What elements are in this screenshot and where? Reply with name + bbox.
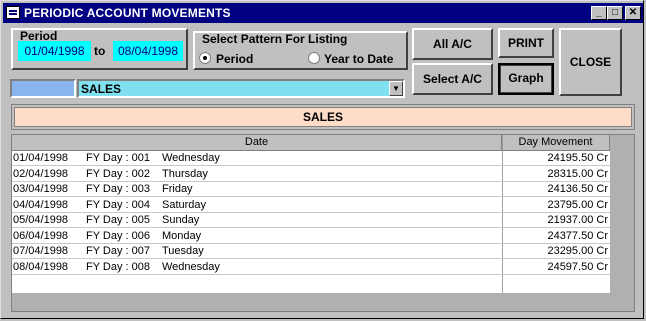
row-weekday-cell: Wednesday: [162, 152, 220, 164]
account-select[interactable]: SALES ▼: [77, 79, 405, 98]
graph-button[interactable]: Graph: [498, 63, 554, 95]
grid-body: Date Day Movement 01/04/1998 FY Day : 001…: [12, 135, 610, 293]
movements-grid[interactable]: Date Day Movement 01/04/1998 FY Day : 001…: [11, 134, 635, 312]
row-fy-day-cell: FY Day : 005: [86, 214, 150, 226]
table-row[interactable]: 03/04/1998 FY Day : 003 Friday 24136.50 Cr: [12, 182, 610, 197]
row-movement-cell: 23795.00 Cr: [547, 198, 608, 211]
period-radio-label[interactable]: Period: [216, 52, 253, 66]
close-button[interactable]: CLOSE: [559, 28, 622, 96]
row-date-cell: 07/04/1998: [13, 245, 69, 257]
dropdown-arrow-icon[interactable]: ▼: [389, 81, 403, 96]
row-weekday-cell: Monday: [162, 229, 202, 242]
to-date-field[interactable]: 08/04/1998: [113, 41, 183, 61]
row-weekday-cell: Tuesday: [162, 245, 204, 257]
row-date-cell: 06/04/1998: [13, 229, 69, 242]
row-date-cell: 05/04/1998: [13, 214, 69, 226]
table-row[interactable]: 04/04/1998 FY Day : 004 Saturday 23795.00 C…: [12, 198, 610, 213]
table-row[interactable]: 06/04/1998 FY Day : 006 Monday 24377.50 Cr: [12, 229, 610, 244]
table-row[interactable]: 02/04/1998 FY Day : 002 Thursday 28315.00 C…: [12, 167, 610, 182]
row-date-cell: 04/04/1998: [13, 198, 69, 211]
row-date-cell: 08/04/1998: [13, 260, 69, 273]
table-row[interactable]: 07/04/1998 FY Day : 007 Tuesday 23295.00 Cr: [12, 244, 610, 259]
row-weekday-cell: Friday: [162, 183, 193, 195]
row-fy-day-cell: FY Day : 003: [86, 183, 150, 195]
all-ac-button[interactable]: All A/C: [412, 28, 493, 60]
table-row[interactable]: 01/04/1998 FY Day : 001 Wednesday 24195.50 …: [12, 151, 610, 166]
table-row[interactable]: 08/04/1998 FY Day : 008 Wednesday 24597.50 …: [12, 260, 610, 275]
row-date-cell: 02/04/1998: [13, 167, 69, 180]
title-bar[interactable]: PERIODIC ACCOUNT MOVEMENTS _ □ ✕: [3, 3, 643, 23]
account-code-field[interactable]: [10, 79, 76, 98]
row-movement-cell: 24597.50 Cr: [547, 260, 608, 273]
print-button[interactable]: PRINT: [498, 28, 554, 58]
pattern-group: Select Pattern For Listing Period Year t…: [193, 31, 408, 70]
table-row[interactable]: 05/04/1998 FY Day : 005 Sunday 21937.00 Cr: [12, 213, 610, 228]
minimize-button[interactable]: _: [591, 6, 607, 20]
row-movement-cell: 24195.50 Cr: [547, 152, 608, 164]
row-fy-day-cell: FY Day : 004: [86, 198, 150, 211]
app-icon: [6, 6, 20, 19]
row-fy-day-cell: FY Day : 008: [86, 260, 150, 273]
period-radio[interactable]: [199, 52, 211, 64]
row-fy-day-cell: FY Day : 006: [86, 229, 150, 242]
app-window: PERIODIC ACCOUNT MOVEMENTS _ □ ✕ Period …: [0, 0, 644, 319]
select-ac-button[interactable]: Select A/C: [412, 63, 493, 95]
row-weekday-cell: Sunday: [162, 214, 200, 226]
year-to-date-radio[interactable]: [308, 52, 320, 64]
from-date-field[interactable]: 01/04/1998: [18, 41, 91, 61]
maximize-button[interactable]: □: [607, 6, 623, 20]
account-banner-frame: SALES: [11, 104, 635, 130]
row-movement-cell: 24377.50 Cr: [547, 229, 608, 242]
date-column-header[interactable]: Date: [12, 135, 502, 151]
account-select-value: SALES: [81, 82, 122, 96]
row-fy-day-cell: FY Day : 002: [86, 167, 150, 180]
row-weekday-cell: Thursday: [162, 167, 208, 180]
row-movement-cell: 28315.00 Cr: [547, 167, 608, 180]
close-window-button[interactable]: ✕: [625, 6, 641, 20]
row-date-cell: 03/04/1998: [13, 183, 69, 195]
row-movement-cell: 24136.50 Cr: [547, 183, 608, 195]
row-fy-day-cell: FY Day : 001: [86, 152, 150, 164]
row-movement-cell: 21937.00 Cr: [547, 214, 608, 226]
account-banner: SALES: [14, 107, 632, 127]
window-title: PERIODIC ACCOUNT MOVEMENTS: [24, 6, 231, 20]
row-movement-cell: 23295.00 Cr: [547, 245, 608, 257]
to-label: to: [94, 44, 106, 58]
day-movement-column-header[interactable]: Day Movement: [502, 135, 610, 151]
pattern-label: Select Pattern For Listing: [202, 32, 348, 46]
row-weekday-cell: Wednesday: [162, 260, 220, 273]
year-to-date-radio-label[interactable]: Year to Date: [324, 52, 393, 66]
period-group: Period 01/04/1998 to 08/04/1998: [11, 28, 188, 70]
row-weekday-cell: Saturday: [162, 198, 207, 211]
row-fy-day-cell: FY Day : 007: [86, 245, 150, 257]
row-date-cell: 01/04/1998: [13, 152, 69, 164]
